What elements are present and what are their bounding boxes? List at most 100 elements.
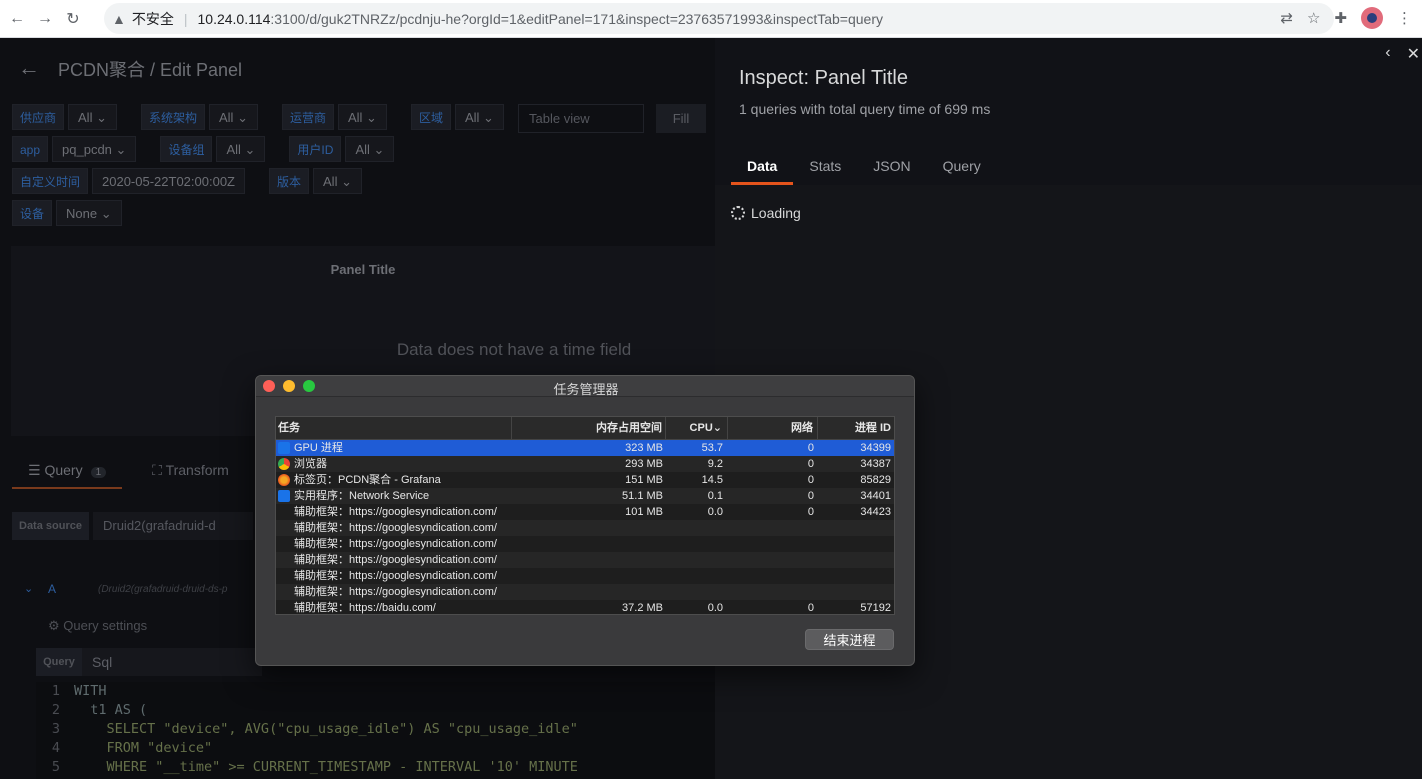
puzzle-icon (278, 442, 290, 454)
profile-avatar[interactable] (1361, 7, 1383, 29)
blank-icon (278, 554, 290, 566)
table-row[interactable]: GPU 进程 323 MB 53.7 0 34399 (276, 440, 894, 456)
code-line: 5 WHERE "__time" >= CURRENT_TIMESTAMP - … (51, 759, 578, 775)
pid-cell: 85829 (860, 474, 891, 486)
inspect-title: Inspect: Panel Title (739, 67, 908, 89)
network-cell (728, 568, 818, 584)
menu-icon[interactable]: ⋮ (1397, 9, 1412, 27)
process-name: 辅助框架：https://googlesyndication.com/ (294, 586, 497, 598)
process-name: 辅助框架：https://baidu.com/ (294, 602, 436, 614)
inspect-tabs: Data Stats JSON Query (731, 148, 997, 185)
table-row[interactable]: 标签页：PCDN聚合 - Grafana 151 MB 14.5 0 85829 (276, 472, 894, 488)
tab-data[interactable]: Data (731, 148, 794, 185)
task-manager-window: 任务管理器 任务 内存占用空间 CPU⌄ 网络 进程 ID GPU 进程 323 … (255, 375, 915, 666)
forward-icon[interactable]: → (34, 8, 56, 30)
table-row[interactable]: 辅助框架：https://googlesyndication.com/ (276, 584, 894, 600)
translate-icon[interactable]: ⇄ (1280, 9, 1293, 27)
title-bar[interactable]: 任务管理器 (256, 376, 914, 397)
memory-cell: 293 MB (625, 458, 663, 470)
sql-editor[interactable]: 1 WITH 2 t1 AS ( 3 SELECT "device", AVG("… (36, 682, 715, 779)
browser-toolbar: ← → ↻ ▲ 不安全 | 10.24.0.114:3100/d/guk2TNR… (0, 0, 1422, 38)
process-name: 实用程序：Network Service (294, 490, 430, 502)
datasource-select[interactable]: Druid2(grafadruid-d (92, 512, 253, 540)
chevron-left-icon[interactable]: ‹ (1385, 44, 1390, 64)
table-row[interactable]: 辅助框架：https://googlesyndication.com/ (276, 536, 894, 552)
var-select[interactable]: pq_pcdn ⌄ (52, 136, 137, 162)
cpu-cell (666, 520, 728, 536)
table-header: 任务 内存占用空间 CPU⌄ 网络 进程 ID (276, 417, 894, 440)
pid-cell: 57192 (860, 602, 891, 614)
pid-cell (818, 520, 894, 536)
extensions-icon[interactable]: ✚ (1334, 9, 1347, 27)
var-select[interactable]: All ⌄ (216, 136, 266, 162)
custom-time-input[interactable]: 2020-05-22T02:00:00Z (92, 168, 245, 194)
table-view-toggle[interactable]: Table view (518, 104, 644, 133)
var-label: 运营商 (281, 104, 334, 130)
fill-button[interactable]: Fill (656, 104, 706, 133)
variables-row-4: 设备 None ⌄ (12, 200, 142, 226)
memory-cell (512, 520, 666, 536)
tab-query[interactable]: ☰ Query 1 (12, 462, 123, 489)
blank-icon (278, 538, 290, 550)
table-row[interactable]: 辅助框架：https://googlesyndication.com/ (276, 568, 894, 584)
tab-query[interactable]: Query (927, 148, 997, 185)
table-row[interactable]: 辅助框架：https://baidu.com/37.2 MB 0.0 0 57192 (276, 600, 894, 616)
tab-json[interactable]: JSON (857, 148, 926, 185)
cpu-cell: 14.5 (701, 474, 723, 486)
chevron-down-icon[interactable]: ⌄ (24, 582, 33, 595)
end-process-button[interactable]: 结束进程 (805, 629, 894, 650)
datasource-label: Data source (12, 512, 89, 540)
back-icon[interactable]: ← (6, 8, 28, 30)
var-select[interactable]: All ⌄ (337, 104, 387, 130)
query-type-label: Query (36, 648, 82, 676)
memory-cell: 37.2 MB (622, 602, 663, 614)
column-cpu[interactable]: CPU⌄ (666, 417, 728, 439)
close-icon[interactable]: ✕ (1407, 44, 1420, 64)
network-cell (728, 584, 818, 600)
table-row[interactable]: 实用程序：Network Service 51.1 MB 0.1 0 34401 (276, 488, 894, 504)
query-settings[interactable]: ⚙ Query settings (48, 618, 147, 634)
table-row[interactable]: 辅助框架：https://googlesyndication.com/ (276, 520, 894, 536)
panel-title[interactable]: Panel Title (11, 262, 715, 277)
address-bar[interactable]: ▲ 不安全 | 10.24.0.114:3100/d/guk2TNRZz/pcd… (104, 3, 1334, 34)
back-arrow-icon[interactable]: ← (18, 55, 40, 81)
pid-cell: 34399 (860, 442, 891, 454)
table-row[interactable]: 辅助框架：https://googlesyndication.com/ (276, 552, 894, 568)
tab-transform[interactable]: ⛶ Transform (152, 462, 229, 489)
var-select[interactable]: All ⌄ (454, 104, 504, 130)
divider: | (183, 10, 188, 27)
memory-cell (512, 536, 666, 552)
var-label: 自定义时间 (12, 168, 89, 194)
editor-tabs: ☰ Query 1 ⛶ Transform (12, 462, 229, 489)
var-select[interactable]: All ⌄ (209, 104, 258, 130)
loading-text: Loading (751, 205, 801, 221)
process-name: 辅助框架：https://googlesyndication.com/ (294, 506, 497, 518)
query-letter: A (48, 582, 57, 596)
column-memory[interactable]: 内存占用空间 (512, 417, 666, 439)
memory-cell: 151 MB (625, 474, 663, 486)
column-network[interactable]: 网络 (728, 417, 818, 439)
process-name: 标签页：PCDN聚合 - Grafana (294, 474, 441, 486)
tab-stats[interactable]: Stats (793, 148, 857, 185)
reload-icon[interactable]: ↻ (62, 8, 84, 30)
browser-actions: ⇄ ☆ ✚ ⋮ (1280, 7, 1412, 29)
blank-icon (278, 602, 290, 614)
var-select[interactable]: All ⌄ (345, 136, 395, 162)
table-row[interactable]: 辅助框架：https://googlesyndication.com/101 M… (276, 504, 894, 520)
column-task[interactable]: 任务 (276, 417, 512, 439)
var-select[interactable]: All ⌄ (68, 104, 117, 130)
bookmark-star-icon[interactable]: ☆ (1307, 9, 1320, 27)
query-type-select[interactable]: Sql (82, 648, 262, 676)
table-row[interactable]: 浏览器 293 MB 9.2 0 34387 (276, 456, 894, 472)
column-pid[interactable]: 进程 ID (818, 417, 894, 439)
warning-icon[interactable]: ▲ (112, 11, 126, 27)
pid-cell (818, 536, 894, 552)
var-select[interactable]: All ⌄ (313, 168, 362, 194)
network-cell (728, 552, 818, 568)
loading-indicator: Loading (731, 205, 801, 221)
var-select[interactable]: None ⌄ (56, 200, 122, 226)
window-title: 任务管理器 (553, 382, 619, 397)
process-name: GPU 进程 (294, 442, 343, 454)
code-line: 2 t1 AS ( (51, 702, 148, 718)
insecure-label[interactable]: 不安全 (132, 9, 174, 29)
